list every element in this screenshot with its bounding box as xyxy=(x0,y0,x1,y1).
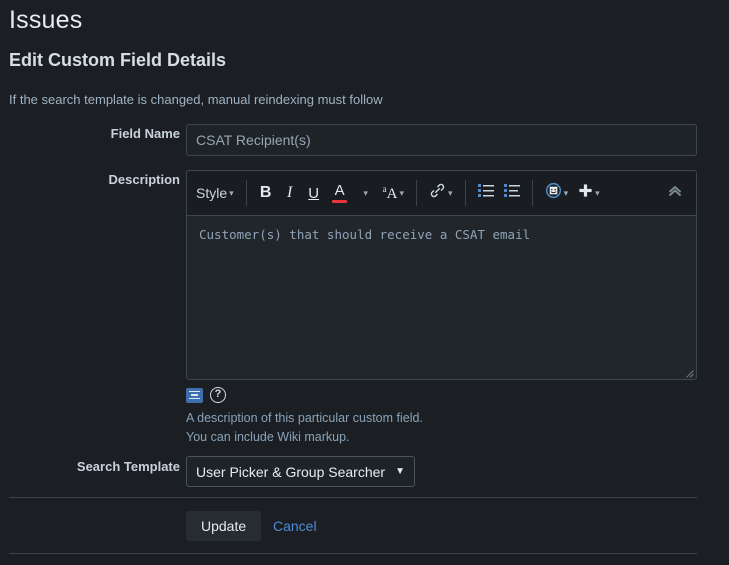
editor-toolbar: Style ▾ B I U A ▾ aA ▾ ▾ ▾ ▾ xyxy=(186,170,697,215)
more-formatting-button[interactable]: aA ▾ xyxy=(378,179,409,207)
footer-divider-top xyxy=(9,497,697,498)
italic-button[interactable]: I xyxy=(278,179,302,207)
toolbar-separator xyxy=(416,180,418,206)
preview-icon[interactable] xyxy=(186,387,203,403)
search-template-label: Search Template xyxy=(76,459,180,474)
app-title: Issues xyxy=(9,6,83,34)
text-color-glyph: A xyxy=(334,181,345,199)
bold-label: B xyxy=(259,184,272,201)
underline-button[interactable]: U xyxy=(302,179,326,207)
search-template-select[interactable]: User Picker & Group Searcher xyxy=(186,456,415,487)
description-help-line-2: You can include Wiki markup. xyxy=(186,430,350,444)
text-color-swatch xyxy=(332,199,348,203)
preview-icon-line xyxy=(191,394,198,396)
style-dropdown-label: Style xyxy=(196,185,228,201)
bullet-list-icon xyxy=(477,183,494,203)
footer-divider-bottom xyxy=(9,553,697,554)
field-name-label: Field Name xyxy=(110,126,180,141)
bold-button[interactable]: B xyxy=(254,179,278,207)
collapse-toolbar-button[interactable] xyxy=(662,180,688,206)
toolbar-separator xyxy=(464,180,466,206)
underline-label: U xyxy=(308,184,320,202)
chevron-down-icon: ▾ xyxy=(229,187,234,198)
link-button[interactable]: ▾ xyxy=(424,179,458,207)
chevron-down-icon: ▾ xyxy=(563,187,569,198)
italic-label: I xyxy=(286,184,293,201)
text-color-button[interactable]: A xyxy=(326,179,354,207)
preview-icon-line xyxy=(189,390,200,393)
toolbar-separator xyxy=(531,180,533,206)
editor-footer-icons: ? xyxy=(186,387,226,403)
search-template-select-wrap: User Picker & Group Searcher ▼ xyxy=(186,456,415,487)
field-name-input[interactable] xyxy=(186,124,697,156)
link-icon xyxy=(429,182,446,204)
insert-button[interactable]: ▾ xyxy=(573,179,605,207)
text-color-icon: A xyxy=(331,179,349,207)
chevron-down-icon: ▾ xyxy=(448,187,453,198)
description-label: Description xyxy=(108,172,180,187)
more-formatting-icon: aA xyxy=(383,184,398,203)
description-textarea[interactable] xyxy=(186,215,697,380)
style-dropdown-button[interactable]: Style ▾ xyxy=(191,179,239,207)
chevron-down-icon: ▾ xyxy=(595,187,600,198)
update-button[interactable]: Update xyxy=(186,511,262,541)
numbered-list-icon xyxy=(503,183,520,203)
help-circle-icon[interactable]: ? xyxy=(210,387,226,403)
toolbar-separator xyxy=(245,180,247,206)
page-title: Edit Custom Field Details xyxy=(9,50,227,70)
emoji-button[interactable]: ▾ xyxy=(540,179,574,207)
edit-custom-field-page: Issues Edit Custom Field Details If the … xyxy=(0,0,729,565)
more-formatting-glyph: A xyxy=(386,185,398,202)
description-help-line-1: A description of this particular custom … xyxy=(186,411,423,425)
numbered-list-button[interactable] xyxy=(499,179,525,207)
text-color-dropdown-button[interactable]: ▾ xyxy=(354,179,378,207)
chevron-down-icon: ▾ xyxy=(399,187,405,198)
emoji-icon xyxy=(545,182,562,204)
bullet-list-button[interactable] xyxy=(473,179,499,207)
chevron-down-icon: ▾ xyxy=(363,187,368,198)
preview-icon-line xyxy=(189,397,200,400)
page-subtext: If the search template is changed, manua… xyxy=(9,92,383,107)
chevron-double-up-icon xyxy=(667,184,683,203)
plus-icon xyxy=(578,183,593,203)
cancel-link[interactable]: Cancel xyxy=(273,518,317,534)
description-editor: Style ▾ B I U A ▾ aA ▾ ▾ ▾ ▾ Customer(s)… xyxy=(186,170,697,380)
